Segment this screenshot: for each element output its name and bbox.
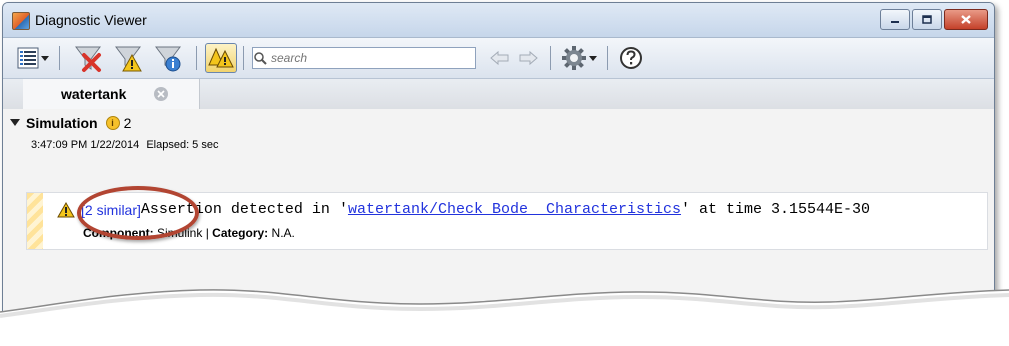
simulation-elapsed: Elapsed: 5 sec [146, 139, 219, 151]
component-value: Simulink [157, 226, 203, 240]
toolbar [3, 38, 994, 79]
tab-strip: watertank [3, 79, 994, 110]
tab-close-button[interactable] [154, 87, 169, 101]
toolbar-divider [550, 46, 551, 70]
group-warnings-icon [208, 47, 234, 68]
next-button[interactable] [514, 43, 542, 73]
chevron-down-icon [41, 55, 49, 61]
settings-gear-icon [562, 46, 586, 70]
details-separator: | [205, 226, 209, 240]
clear-diagnostics-button[interactable] [68, 43, 108, 73]
diagnostic-message: [2 similar] Assertion detected in ' wate… [57, 201, 870, 218]
restore-icon [922, 15, 932, 24]
view-mode-icon [17, 47, 39, 69]
filter-info-button[interactable] [148, 43, 188, 73]
title-bar: Diagnostic Viewer [3, 3, 994, 38]
diagnostic-message-row[interactable]: [2 similar] Assertion detected in ' wate… [26, 192, 988, 250]
back-arrow-icon [490, 50, 509, 66]
close-icon [157, 90, 165, 98]
minimize-icon [891, 20, 899, 23]
toolbar-divider [196, 46, 197, 70]
similar-messages-link[interactable]: [2 similar] [81, 202, 141, 218]
search-input[interactable] [269, 51, 463, 65]
info-icon: i [105, 116, 120, 130]
simulation-timestamp: 3:47:09 PM 1/22/2014 [31, 139, 140, 151]
block-path-link[interactable]: watertank/Check Bode Characteristics [348, 201, 681, 218]
clear-icon [75, 46, 101, 72]
component-label: Component: [83, 226, 154, 240]
chevron-down-icon [589, 55, 597, 61]
message-prefix: Assertion detected in ' [140, 201, 348, 218]
group-warnings-toggle[interactable] [205, 43, 237, 73]
category-label: Category: [212, 226, 269, 240]
toolbar-divider [607, 46, 608, 70]
message-suffix: ' at time 3.15544E-30 [681, 201, 871, 218]
simulation-group-header[interactable]: Simulation i 2 [10, 115, 131, 131]
warning-stripe [27, 193, 43, 249]
close-icon [961, 15, 971, 24]
minimize-button[interactable] [880, 9, 910, 30]
help-button[interactable] [616, 43, 646, 73]
forward-arrow-icon [519, 50, 538, 66]
simulation-count: 2 [123, 115, 132, 131]
previous-button[interactable] [486, 43, 514, 73]
tab-watertank[interactable]: watertank [23, 79, 200, 109]
torn-paper-edge [0, 289, 1009, 346]
window-title: Diagnostic Viewer [35, 12, 147, 28]
expand-triangle-icon[interactable] [10, 119, 20, 127]
help-icon [620, 47, 642, 69]
search-icon [254, 52, 267, 65]
close-window-button[interactable] [944, 9, 988, 30]
tab-label: watertank [61, 86, 127, 102]
simulation-meta: 3:47:09 PM 1/22/2014 Elapsed: 5 sec [31, 139, 218, 151]
search-field[interactable] [252, 47, 476, 69]
window-controls [880, 9, 988, 30]
warning-icon [57, 201, 75, 217]
simulation-title: Simulation [26, 115, 98, 131]
toolbar-divider [243, 46, 244, 70]
filter-warnings-button[interactable] [108, 43, 148, 73]
view-mode-button[interactable] [15, 43, 51, 73]
category-value: N.A. [271, 226, 295, 240]
restore-button[interactable] [912, 9, 942, 30]
settings-button[interactable] [559, 43, 599, 73]
app-icon [12, 12, 30, 30]
filter-warning-icon [115, 46, 142, 72]
diagnostic-details: Component: Simulink | Category: N.A. [83, 226, 295, 240]
toolbar-divider [59, 46, 60, 70]
filter-info-icon [155, 46, 181, 72]
